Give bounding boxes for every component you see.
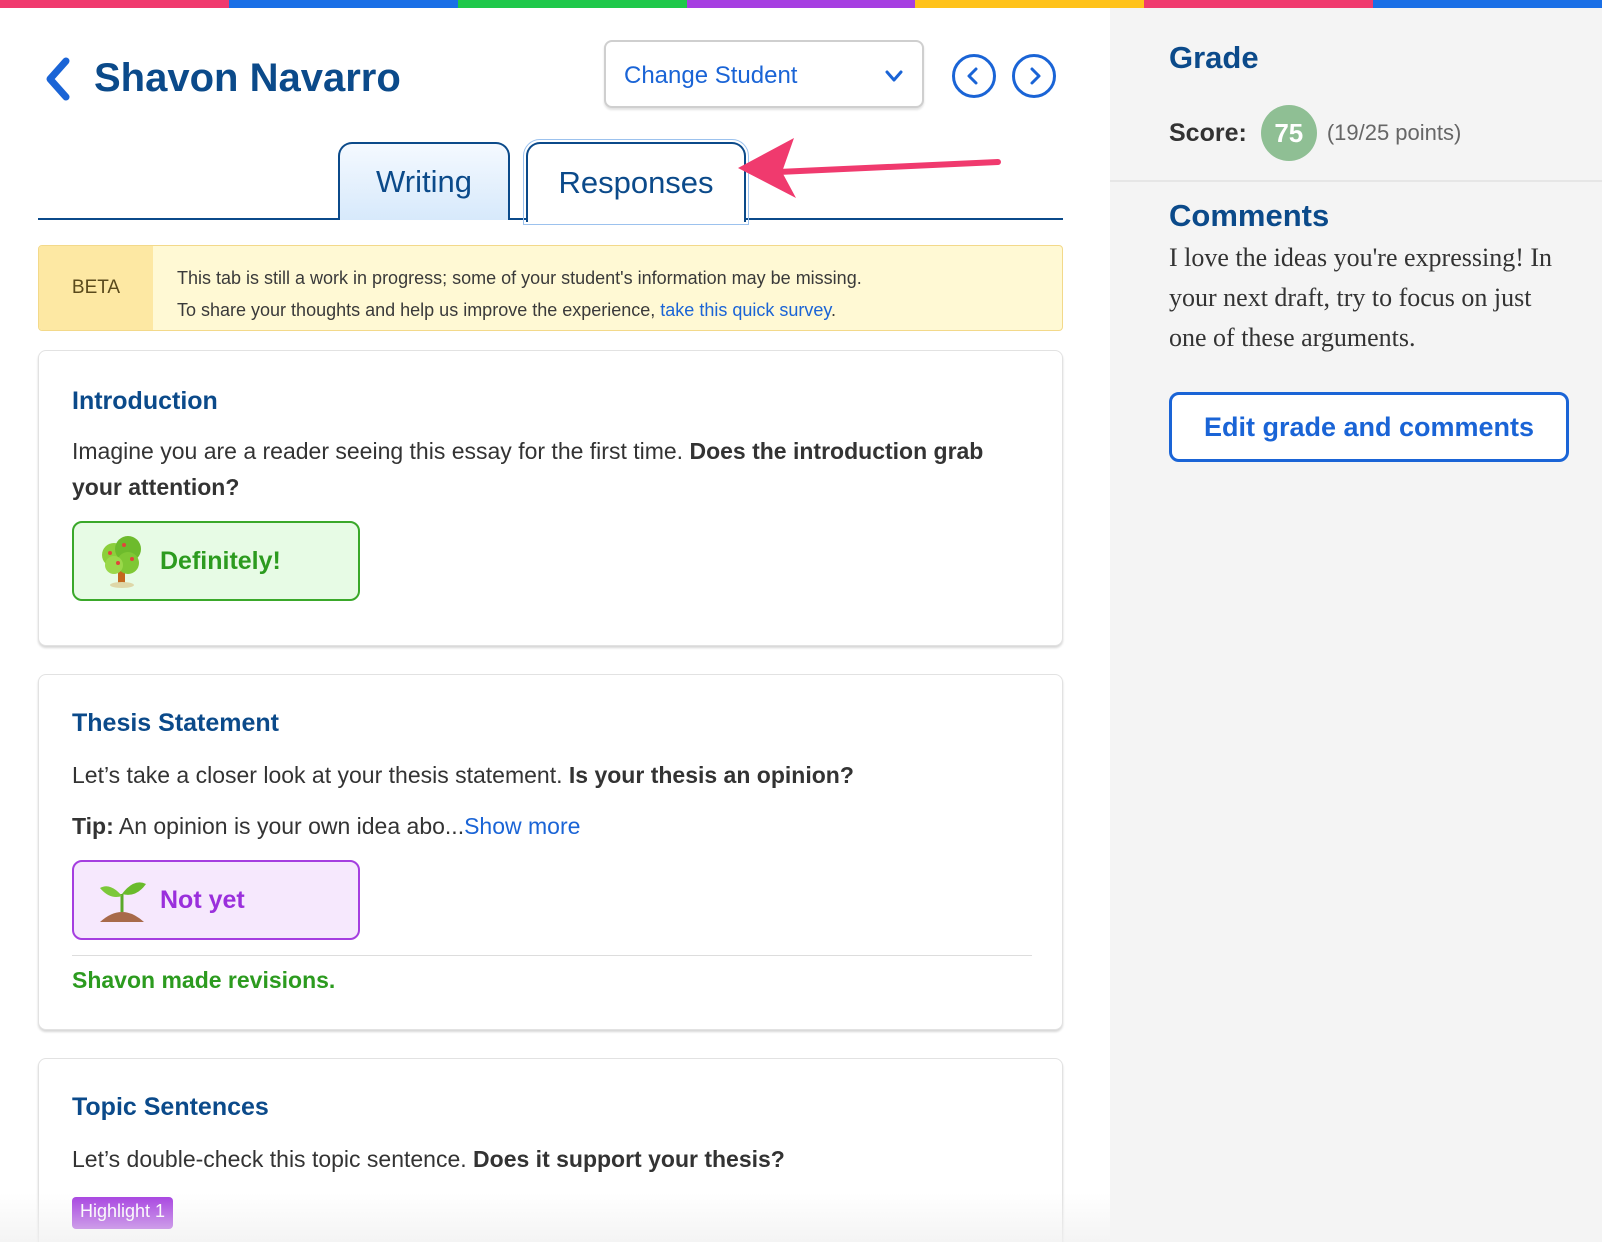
stripe-segment <box>686 0 916 8</box>
change-student-label: Change Student <box>624 62 798 89</box>
annotation-arrow-icon <box>738 138 1001 198</box>
comment-text: I love the ideas you're expressing! In y… <box>1169 243 1553 352</box>
prompt-question: Is your thesis an opinion? <box>568 762 854 788</box>
beta-line-1: This tab is still a work in progress; so… <box>177 268 862 288</box>
beta-line-2-suffix: . <box>831 300 837 320</box>
score-label: Score: <box>1169 118 1247 147</box>
stripe-segment <box>915 0 1145 8</box>
card-title: Introduction <box>72 387 218 415</box>
stripe-segment <box>1373 0 1602 8</box>
stripe-segment <box>0 0 229 8</box>
student-name: Shavon Navarro <box>94 56 401 100</box>
tab-responses[interactable]: Responses <box>523 139 749 225</box>
card-tip: Tip: An opinion is your own idea abo...S… <box>72 808 1002 844</box>
score-row: Score: 75 (19/25 points) <box>1169 104 1461 162</box>
edit-grade-button[interactable]: Edit grade and comments <box>1169 392 1569 462</box>
card-prompt: Let’s take a closer look at your thesis … <box>72 757 1002 793</box>
response-card-thesis: Thesis Statement Let’s take a closer loo… <box>38 674 1063 1030</box>
circle-chevron-left-icon <box>967 67 978 85</box>
prompt-text: Let’s double-check this topic sentence. <box>72 1146 474 1172</box>
tree-icon <box>102 536 141 588</box>
response-chip-not-yet[interactable]: Not yet <box>72 860 360 940</box>
response-chip-definitely[interactable]: Definitely! <box>72 521 360 601</box>
show-more-link[interactable]: Show more <box>464 813 580 839</box>
stripe-segment <box>228 0 458 8</box>
previous-student-button[interactable] <box>952 54 996 98</box>
highlight-badge[interactable]: Highlight 1 <box>72 1197 174 1229</box>
beta-banner: BETA This tab is still a work in progres… <box>38 245 1063 331</box>
change-student-dropdown[interactable]: Change Student <box>604 40 924 108</box>
response-label: Definitely! <box>160 546 281 575</box>
tip-text: An opinion is your own idea abo... <box>113 813 465 839</box>
beta-line-2-prefix: To share your thoughts and help us impro… <box>177 300 661 320</box>
card-prompt: Imagine you are a reader seeing this ess… <box>72 433 1002 505</box>
score-points: (19/25 points) <box>1326 120 1462 145</box>
tab-writing[interactable]: Writing <box>338 142 510 220</box>
rainbow-stripe <box>0 0 1602 8</box>
response-label: Not yet <box>160 885 245 914</box>
stripe-segment <box>457 0 687 8</box>
stripe-segment <box>1144 0 1374 8</box>
chevron-left-icon <box>46 57 70 101</box>
card-prompt: Let’s double-check this topic sentence. … <box>72 1141 1002 1177</box>
chevron-down-icon <box>885 70 903 82</box>
sidebar-divider <box>1110 180 1602 182</box>
sprout-icon <box>100 882 146 922</box>
card-divider <box>72 955 1032 956</box>
beta-label: BETA <box>39 246 153 330</box>
beta-message: This tab is still a work in progress; so… <box>177 262 862 326</box>
response-card-introduction: Introduction Imagine you are a reader se… <box>38 350 1063 646</box>
survey-link[interactable]: take this quick survey <box>660 300 831 320</box>
score-badge: 75 <box>1260 105 1317 161</box>
card-title: Thesis Statement <box>72 709 280 737</box>
prompt-text: Let’s take a closer look at your thesis … <box>72 762 569 788</box>
main-panel: Shavon Navarro Change Student Writing Re… <box>0 8 1110 1242</box>
grade-heading: Grade <box>1169 40 1259 75</box>
comments-heading: Comments <box>1169 198 1330 233</box>
circle-chevron-right-icon <box>1030 67 1041 85</box>
revision-note: Shavon made revisions. <box>72 967 336 993</box>
response-card-topic-sentences: Topic Sentences Let’s double-check this … <box>38 1058 1063 1242</box>
tip-label: Tip: <box>72 813 114 839</box>
next-student-button[interactable] <box>1012 54 1056 98</box>
prompt-text: Imagine you are a reader seeing this ess… <box>72 438 690 464</box>
beta-line-2: To share your thoughts and help us impro… <box>177 294 862 326</box>
prompt-question: Does it support your thesis? <box>473 1146 785 1172</box>
card-title: Topic Sentences <box>72 1093 269 1121</box>
back-button[interactable] <box>40 55 76 103</box>
grade-sidebar: Grade Score: 75 (19/25 points) Comments … <box>1110 8 1602 1242</box>
